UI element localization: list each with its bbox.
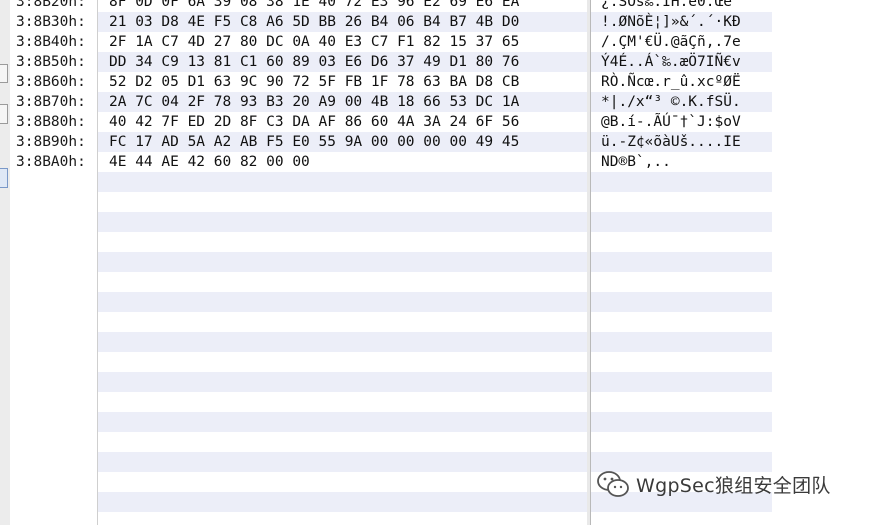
hex-row[interactable]	[98, 212, 588, 232]
offset-label: 3:8B50h:	[16, 54, 86, 70]
hex-bytes[interactable]: 21 03 D8 4E F5 C8 A6 5D BB 26 B4 06 B4 B…	[109, 13, 519, 31]
ascii-row[interactable]: RÒ.Ñcœ.r_û.xcºØË	[591, 72, 773, 92]
ascii-column[interactable]: ¿.ŠOš‰.ÌH.è0.Œê !.ØNõÈ¦]»&´.´·KÐ /.ÇM'€Ü.@…	[590, 0, 773, 525]
panel-button-3[interactable]	[0, 168, 8, 188]
ascii-row[interactable]	[591, 332, 773, 352]
ascii-text[interactable]: @B.í-.ÃÚ¯†`J:$oV	[601, 113, 741, 131]
ascii-text[interactable]: !.ØNõÈ¦]»&´.´·KÐ	[601, 13, 741, 31]
ascii-row[interactable]	[591, 352, 773, 372]
hex-bytes[interactable]: 52 D2 05 D1 63 9C 90 72 5F FB 1F 78 63 B…	[109, 73, 519, 91]
hex-row[interactable]	[98, 392, 588, 412]
ascii-row[interactable]	[591, 272, 773, 292]
offset-label: 3:8B60h:	[16, 74, 86, 90]
offset-label: 3:8B70h:	[16, 94, 86, 110]
ascii-row[interactable]: @B.í-.ÃÚ¯†`J:$oV	[591, 112, 773, 132]
ascii-row[interactable]	[591, 432, 773, 452]
hex-row[interactable]	[98, 372, 588, 392]
hex-row[interactable]: 8F 0D 0F 6A 39 08 38 1E 40 72 E3 96 E2 6…	[98, 0, 588, 12]
offset-row: 3:8B20h:	[10, 0, 96, 12]
ascii-text[interactable]: *|./x“³ ©.K.fSÜ.	[601, 93, 741, 111]
hex-row[interactable]	[98, 252, 588, 272]
watermark-text: WgpSec狼组安全团队	[636, 474, 831, 497]
ascii-row[interactable]	[591, 192, 773, 212]
hex-bytes[interactable]: 4E 44 AE 42 60 82 00 00	[109, 153, 310, 171]
hex-row[interactable]	[98, 332, 588, 352]
ascii-text[interactable]: Ý4É..Á`‰.æÖ7IÑ€v	[601, 53, 741, 71]
right-blank-area	[772, 0, 882, 525]
offset-label: 3:8B20h:	[16, 0, 86, 10]
watermark: WgpSec狼组安全团队	[596, 466, 831, 502]
offset-label: 3:8BA0h:	[16, 154, 86, 170]
ascii-text[interactable]: ¿.ŠOš‰.ÌH.è0.Œê	[601, 0, 732, 11]
hex-row[interactable]: DD 34 C9 13 81 C1 60 89 03 E6 D6 37 49 D…	[98, 52, 588, 72]
hex-row[interactable]: 52 D2 05 D1 63 9C 90 72 5F FB 1F 78 63 B…	[98, 72, 588, 92]
hex-row[interactable]	[98, 232, 588, 252]
hex-row[interactable]	[98, 472, 588, 492]
ascii-row[interactable]: ü.-Z¢«õàUš....IE	[591, 132, 773, 152]
hex-row[interactable]	[98, 492, 588, 512]
ascii-text[interactable]: RÒ.Ñcœ.r_û.xcºØË	[601, 73, 741, 91]
hex-bytes[interactable]: FC 17 AD 5A A2 AB F5 E0 55 9A 00 00 00 0…	[109, 133, 519, 151]
offset-row: 3:8B90h:	[10, 132, 96, 152]
ascii-text[interactable]: ND®B`‚..	[601, 153, 671, 171]
hex-row[interactable]	[98, 352, 588, 372]
ascii-row[interactable]	[591, 312, 773, 332]
ascii-text[interactable]: ü.-Z¢«õàUš....IE	[601, 133, 741, 151]
ascii-row[interactable]	[591, 412, 773, 432]
ascii-row[interactable]: /.ÇM'€Ü.@ãÇñ‚.7e	[591, 32, 773, 52]
hex-row[interactable]	[98, 432, 588, 452]
hex-row[interactable]	[98, 172, 588, 192]
offset-row: 3:8B50h:	[10, 52, 96, 72]
panel-button-1[interactable]	[0, 64, 8, 83]
hex-row[interactable]	[98, 312, 588, 332]
hex-row[interactable]: 4E 44 AE 42 60 82 00 00	[98, 152, 588, 172]
hex-bytes[interactable]: 2A 7C 04 2F 78 93 B3 20 A9 00 4B 18 66 5…	[109, 93, 519, 111]
hex-row[interactable]	[98, 192, 588, 212]
ascii-row[interactable]	[591, 512, 773, 525]
offset-row: 3:8B70h:	[10, 92, 96, 112]
offset-label: 3:8B80h:	[16, 114, 86, 130]
ascii-row[interactable]: *|./x“³ ©.K.fSÜ.	[591, 92, 773, 112]
hex-row[interactable]	[98, 292, 588, 312]
hex-row[interactable]	[98, 272, 588, 292]
offset-row: 3:8BA0h:	[10, 152, 96, 172]
ascii-row[interactable]	[591, 172, 773, 192]
offset-row: 3:8B40h:	[10, 32, 96, 52]
hex-row[interactable]: 2F 1A C7 4D 27 80 DC 0A 40 E3 C7 F1 82 1…	[98, 32, 588, 52]
hex-row[interactable]	[98, 512, 588, 525]
offset-label: 3:8B30h:	[16, 14, 86, 30]
ascii-row[interactable]	[591, 212, 773, 232]
hex-row[interactable]	[98, 452, 588, 472]
offset-label: 3:8B40h:	[16, 34, 86, 50]
ascii-row[interactable]	[591, 252, 773, 272]
hex-row[interactable]: 2A 7C 04 2F 78 93 B3 20 A9 00 4B 18 66 5…	[98, 92, 588, 112]
ascii-row[interactable]: ¿.ŠOš‰.ÌH.è0.Œê	[591, 0, 773, 12]
hex-bytes[interactable]: 40 42 7F ED 2D 8F C3 DA AF 86 60 4A 3A 2…	[109, 113, 519, 131]
offset-row: 3:8B30h:	[10, 12, 96, 32]
wechat-icon	[597, 471, 629, 497]
ascii-row[interactable]	[591, 392, 773, 412]
hex-bytes[interactable]: 8F 0D 0F 6A 39 08 38 1E 40 72 E3 96 E2 6…	[109, 0, 519, 11]
ascii-text[interactable]: /.ÇM'€Ü.@ãÇñ‚.7e	[601, 33, 741, 51]
ascii-row[interactable]: Ý4É..Á`‰.æÖ7IÑ€v	[591, 52, 773, 72]
hex-row[interactable]: FC 17 AD 5A A2 AB F5 E0 55 9A 00 00 00 0…	[98, 132, 588, 152]
offset-row: 3:8B60h:	[10, 72, 96, 92]
ascii-row[interactable]	[591, 232, 773, 252]
ascii-row[interactable]: !.ØNõÈ¦]»&´.´·KÐ	[591, 12, 773, 32]
offset-label: 3:8B90h:	[16, 134, 86, 150]
offset-row: 3:8B80h:	[10, 112, 96, 132]
ascii-row[interactable]	[591, 372, 773, 392]
panel-button-2[interactable]	[0, 104, 8, 124]
hex-row[interactable]	[98, 412, 588, 432]
hex-bytes[interactable]: DD 34 C9 13 81 C1 60 89 03 E6 D6 37 49 D…	[109, 53, 519, 71]
hex-column[interactable]: 8F 0D 0F 6A 39 08 38 1E 40 72 E3 96 E2 6…	[97, 0, 588, 525]
hex-row[interactable]: 21 03 D8 4E F5 C8 A6 5D BB 26 B4 06 B4 B…	[98, 12, 588, 32]
ascii-row[interactable]: ND®B`‚..	[591, 152, 773, 172]
offset-column: 3:8B20h: 3:8B30h: 3:8B40h: 3:8B50h: 3:8B60h:…	[10, 0, 96, 525]
hex-row[interactable]: 40 42 7F ED 2D 8F C3 DA AF 86 60 4A 3A 2…	[98, 112, 588, 132]
ascii-row[interactable]	[591, 292, 773, 312]
hex-bytes[interactable]: 2F 1A C7 4D 27 80 DC 0A 40 E3 C7 F1 82 1…	[109, 33, 519, 51]
